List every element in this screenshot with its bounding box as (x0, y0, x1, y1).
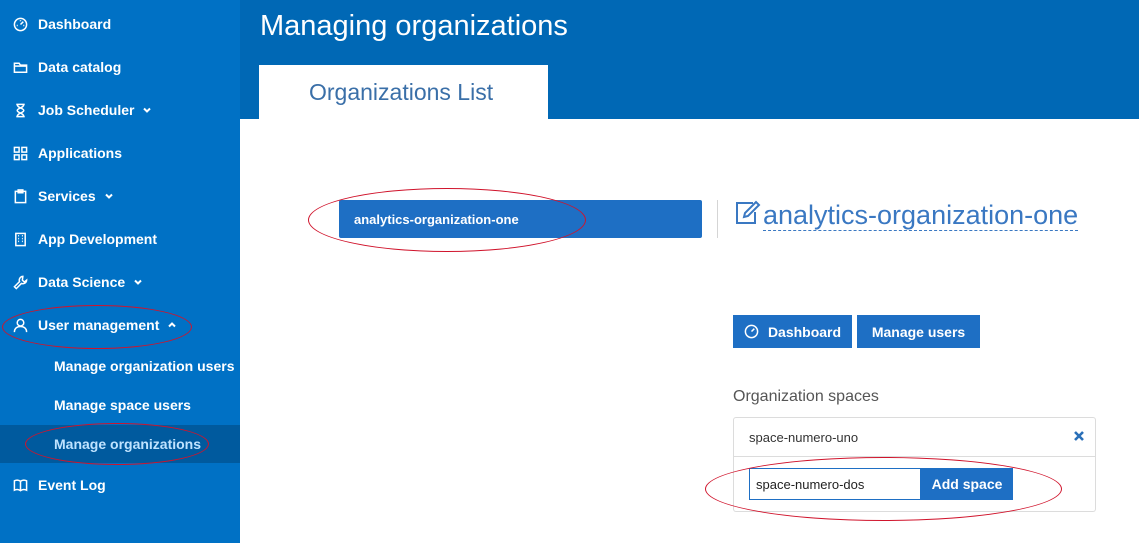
add-space-button[interactable]: Add space (921, 468, 1013, 500)
gauge-icon (744, 324, 759, 339)
wrench-icon (12, 274, 28, 290)
chevron-down-icon (133, 277, 143, 287)
sidebar-item-services[interactable]: Services (0, 176, 240, 216)
sidebar-item-label: Services (38, 188, 96, 204)
hourglass-icon (12, 102, 28, 118)
organization-spaces-label: Organization spaces (733, 388, 879, 405)
sidebar-item-dashboard[interactable]: Dashboard (0, 4, 240, 44)
sidebar-item-data-catalog[interactable]: Data catalog (0, 47, 240, 87)
space-list-item: space-numero-uno (733, 417, 1096, 457)
sidebar-subitem-manage-organizations[interactable]: Manage organizations (0, 425, 240, 463)
tab-organizations-list[interactable]: Organizations List (259, 65, 548, 119)
sidebar-item-job-scheduler[interactable]: Job Scheduler (0, 90, 240, 130)
sidebar-item-label: Job Scheduler (38, 102, 135, 118)
sidebar-subitem-label: Manage organization users (54, 358, 235, 374)
sidebar-item-data-science[interactable]: Data Science (0, 262, 240, 302)
sidebar-item-applications[interactable]: Applications (0, 133, 240, 173)
chevron-up-icon (167, 320, 177, 330)
space-name: space-numero-uno (749, 429, 859, 445)
page-title: Managing organizations (260, 10, 568, 42)
book-icon (12, 477, 28, 493)
sidebar-item-label: Data catalog (38, 59, 122, 75)
close-icon[interactable] (1073, 430, 1087, 444)
gauge-icon (12, 16, 28, 32)
organization-title[interactable]: analytics-organization-one (733, 198, 1113, 232)
sidebar-item-label: Dashboard (38, 16, 112, 32)
sidebar-item-event-log[interactable]: Event Log (0, 465, 240, 505)
sidebar-item-label: Applications (38, 145, 123, 161)
sidebar-item-app-development[interactable]: App Development (0, 219, 240, 259)
sidebar-item-label: App Development (38, 231, 158, 247)
sidebar-subitem-manage-space-users[interactable]: Manage space users (0, 386, 240, 424)
sidebar-subitem-manage-organization-users[interactable]: Manage organization users (0, 347, 240, 385)
new-space-input[interactable] (749, 468, 921, 500)
organization-name: analytics-organization-one (763, 200, 1079, 231)
chevron-down-icon (104, 191, 114, 201)
sidebar: Dashboard Data catalog Job Scheduler App… (0, 0, 240, 543)
user-icon (12, 317, 28, 333)
dashboard-button-label: Dashboard (767, 323, 842, 340)
divider (717, 200, 718, 238)
sidebar-item-label: Data Science (38, 274, 126, 290)
manage-users-button-label: Manage users (871, 323, 966, 340)
chevron-down-icon (142, 105, 152, 115)
dashboard-button[interactable]: Dashboard (733, 315, 852, 348)
folder-icon (12, 59, 28, 75)
clipboard-icon (12, 188, 28, 204)
manage-users-button[interactable]: Manage users (857, 315, 980, 348)
edit-icon[interactable] (733, 200, 761, 226)
sidebar-item-label: Event Log (38, 477, 106, 493)
organization-list-item[interactable]: analytics-organization-one (339, 200, 702, 238)
sidebar-subitem-label: Manage organizations (54, 436, 202, 452)
sidebar-item-user-management[interactable]: User management (0, 305, 240, 345)
sidebar-subitem-label: Manage space users (54, 397, 191, 413)
sidebar-item-label: User management (38, 317, 160, 333)
building-icon (12, 231, 28, 247)
grid-icon (12, 145, 28, 161)
